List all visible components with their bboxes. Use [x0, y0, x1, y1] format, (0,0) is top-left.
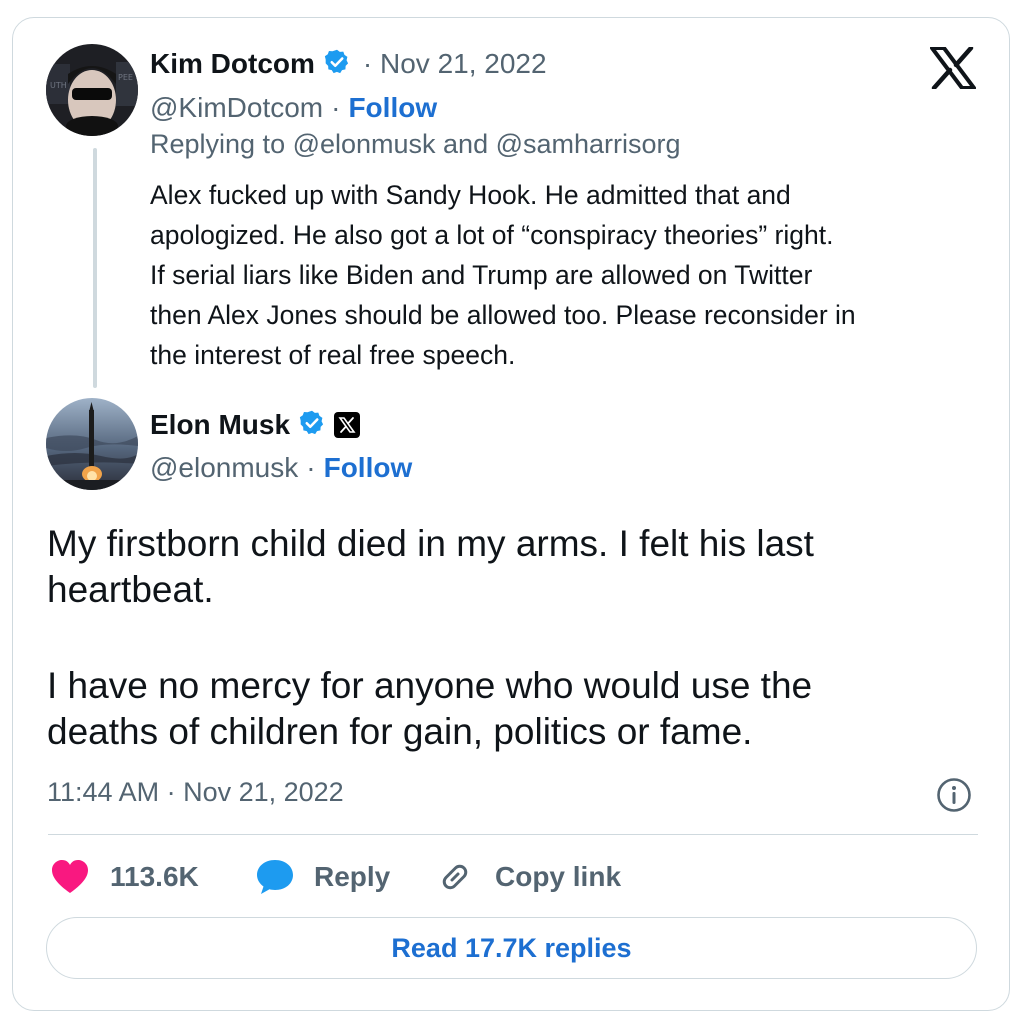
main-text-line: I have no mercy for anyone who would use… — [47, 665, 813, 706]
verified-badge-icon — [298, 409, 326, 442]
x-affiliate-badge-icon — [334, 412, 361, 438]
parent-text-line: apologized. He also got a lot of “conspi… — [150, 220, 834, 250]
main-text-line: My firstborn child died in my arms. I fe… — [47, 523, 814, 564]
read-replies-button[interactable]: Read 17.7K replies — [46, 917, 977, 979]
main-tweet-text: My firstborn child died in my arms. I fe… — [47, 521, 814, 755]
svg-text:UTH: UTH — [50, 81, 67, 90]
separator-dot: · — [331, 92, 341, 123]
parent-text-line: then Alex Jones should be allowed too. P… — [150, 300, 856, 330]
follow-link-elon[interactable]: Follow — [324, 452, 413, 484]
reply-button[interactable]: Reply — [255, 856, 390, 898]
thread-connector-line — [93, 148, 97, 388]
parent-text-line: the interest of real free speech. — [150, 340, 516, 370]
parent-tweet-text: Alex fucked up with Sandy Hook. He admit… — [150, 175, 980, 375]
action-divider — [48, 834, 978, 835]
separator-dot: · — [306, 452, 316, 483]
copy-link-button[interactable]: Copy link — [437, 856, 621, 898]
reply-bubble-icon — [255, 858, 295, 896]
reply-label: Reply — [314, 861, 391, 892]
parent-text-line: If serial liars like Biden and Trump are… — [150, 260, 813, 290]
svg-text:PEE: PEE — [118, 73, 133, 82]
parent-text-line: Alex fucked up with Sandy Hook. He admit… — [150, 180, 791, 210]
parent-author-name[interactable]: Kim Dotcom — [150, 48, 315, 80]
tweet-timestamp[interactable]: 11:44 AM · Nov 21, 2022 — [47, 777, 344, 808]
like-count: 113.6K — [110, 861, 199, 892]
verified-badge-icon — [323, 48, 351, 81]
avatar-kim-dotcom[interactable]: UTH PEE — [46, 44, 138, 136]
copy-link-label: Copy link — [495, 861, 622, 892]
main-text-line: heartbeat. — [47, 569, 214, 610]
main-author-name[interactable]: Elon Musk — [150, 409, 290, 441]
parent-author-handle[interactable]: @KimDotcom — [150, 92, 323, 124]
info-icon[interactable] — [936, 777, 972, 813]
x-logo-icon[interactable] — [930, 45, 976, 91]
follow-link-kim[interactable]: Follow — [348, 92, 437, 124]
like-button[interactable]: 113.6K — [50, 856, 199, 898]
heart-icon — [50, 859, 90, 895]
read-replies-label: Read 17.7K replies — [391, 932, 632, 963]
replying-to-text: Replying to @elonmusk and @samharrisorg — [150, 129, 681, 159]
avatar-elon-musk[interactable] — [46, 398, 138, 490]
main-author-handle[interactable]: @elonmusk — [150, 452, 298, 484]
parent-date[interactable]: · Nov 21, 2022 — [363, 48, 547, 80]
main-text-line: deaths of children for gain, politics or… — [47, 711, 753, 752]
link-icon — [437, 859, 473, 895]
